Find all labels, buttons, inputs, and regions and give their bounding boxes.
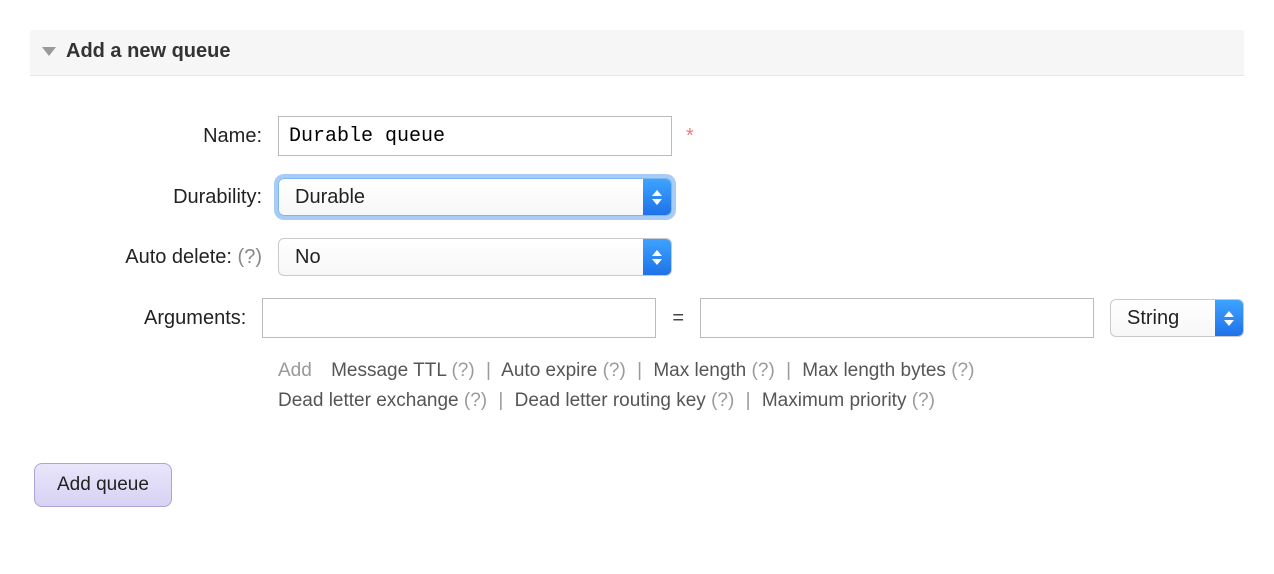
auto-delete-select-value: No bbox=[279, 246, 643, 269]
select-stepper-icon bbox=[1215, 300, 1243, 336]
shortcut-auto-expire[interactable]: Auto expire (?) bbox=[501, 360, 626, 381]
label-durability: Durability: bbox=[30, 186, 278, 209]
label-auto-delete-text: Auto delete: bbox=[125, 246, 232, 268]
label-auto-delete: Auto delete: (?) bbox=[30, 246, 278, 269]
help-icon[interactable]: (?) bbox=[912, 390, 935, 411]
shortcut-max-length-bytes[interactable]: Max length bytes (?) bbox=[802, 360, 974, 381]
shortcut-dead-letter-exchange[interactable]: Dead letter exchange (?) bbox=[278, 390, 487, 411]
add-queue-button[interactable]: Add queue bbox=[34, 463, 172, 507]
help-icon[interactable]: (?) bbox=[451, 360, 474, 381]
argument-key-input[interactable] bbox=[262, 298, 656, 338]
argument-type-select-value: String bbox=[1111, 307, 1215, 330]
equals-sign: = bbox=[666, 307, 690, 330]
argument-shortcuts: Add Message TTL (?) | Auto expire (?) | … bbox=[278, 356, 1178, 417]
help-icon[interactable]: (?) bbox=[603, 360, 626, 381]
argument-value-input[interactable] bbox=[700, 298, 1094, 338]
durability-select-value: Durable bbox=[279, 186, 643, 209]
name-input[interactable] bbox=[278, 116, 672, 156]
shortcuts-add-label: Add bbox=[278, 360, 312, 381]
shortcut-dead-letter-routing-key[interactable]: Dead letter routing key (?) bbox=[515, 390, 735, 411]
shortcuts-line-1: Message TTL (?) | Auto expire (?) | Max … bbox=[331, 360, 974, 381]
label-arguments: Arguments: bbox=[30, 307, 262, 330]
help-icon[interactable]: (?) bbox=[951, 360, 974, 381]
auto-delete-select[interactable]: No bbox=[278, 238, 672, 276]
help-icon[interactable]: (?) bbox=[238, 246, 262, 268]
help-icon[interactable]: (?) bbox=[752, 360, 775, 381]
select-stepper-icon bbox=[643, 179, 671, 215]
section-title: Add a new queue bbox=[66, 40, 230, 63]
shortcut-max-length[interactable]: Max length (?) bbox=[653, 360, 774, 381]
shortcut-maximum-priority[interactable]: Maximum priority (?) bbox=[762, 390, 935, 411]
row-name: Name: * bbox=[30, 116, 1244, 156]
section-header[interactable]: Add a new queue bbox=[30, 30, 1244, 76]
help-icon[interactable]: (?) bbox=[464, 390, 487, 411]
argument-type-select[interactable]: String bbox=[1110, 299, 1244, 337]
add-queue-form: Name: * Durability: Durable Auto delete: bbox=[30, 76, 1244, 507]
required-indicator: * bbox=[686, 125, 694, 148]
select-stepper-icon bbox=[643, 239, 671, 275]
shortcut-message-ttl[interactable]: Message TTL (?) bbox=[331, 360, 475, 381]
row-auto-delete: Auto delete: (?) No bbox=[30, 238, 1244, 276]
row-arguments: Arguments: = String bbox=[30, 298, 1244, 338]
help-icon[interactable]: (?) bbox=[711, 390, 734, 411]
chevron-down-icon bbox=[42, 47, 56, 56]
durability-select[interactable]: Durable bbox=[278, 178, 672, 216]
shortcuts-line-2: Dead letter exchange (?) | Dead letter r… bbox=[278, 390, 935, 411]
label-name: Name: bbox=[30, 125, 278, 148]
row-durability: Durability: Durable bbox=[30, 178, 1244, 216]
